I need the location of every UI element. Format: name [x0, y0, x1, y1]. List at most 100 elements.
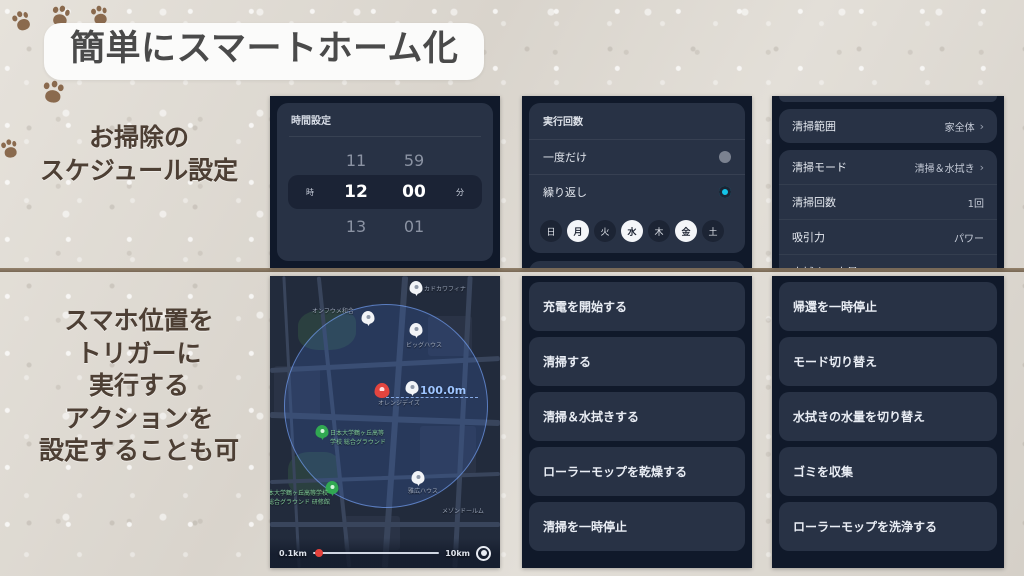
weekday-chip-thu[interactable]: 木 — [648, 220, 670, 242]
map-pin-school[interactable] — [315, 425, 329, 438]
action-item-switch-water-level[interactable]: 水拭きの水量を切り替え — [779, 392, 997, 441]
caption-line: 実行する — [88, 371, 189, 400]
map-pin[interactable] — [409, 281, 423, 294]
map-poi-label: カドカワフィナ — [424, 286, 466, 293]
action-list-panel-right: 帰還を一時停止 モード切り替え 水拭きの水量を切り替え ゴミを収集 ローラーモッ… — [772, 276, 1004, 568]
page-title: 簡単にスマートホーム化 — [44, 23, 485, 81]
action-item-clean-and-mop[interactable]: 清掃＆水拭きする — [529, 392, 745, 441]
row-value: 清掃＆水拭き — [914, 163, 975, 175]
hour-value: 12 — [344, 182, 368, 202]
action-item-pause-cleaning[interactable]: 清掃を一時停止 — [529, 502, 745, 551]
geofence-radius-line — [386, 397, 478, 398]
repeat-setting-panel: 実行回数 一度だけ 繰り返し 日 月 火 水 木 金 土 — [522, 96, 752, 268]
repeat-option-once[interactable]: 一度だけ — [529, 139, 745, 174]
weekday-chip-mon[interactable]: 月 — [567, 220, 589, 242]
map-pin[interactable] — [405, 381, 419, 394]
time-picker-card: 時間設定 11 59 時 12 00 分 13 01 — [277, 103, 493, 261]
map-poi-label: メゾンドールム — [442, 508, 484, 515]
scope-card[interactable]: 清掃範囲 家全体 › — [779, 109, 997, 143]
caption-line: お掃除の — [88, 123, 189, 152]
weekday-chip-sun[interactable]: 日 — [540, 220, 562, 242]
minute-above: 59 — [403, 150, 425, 170]
hour-above: 11 — [345, 150, 367, 170]
next-card-sliver — [529, 261, 745, 268]
repeat-card: 実行回数 一度だけ 繰り返し 日 月 火 水 木 金 土 — [529, 103, 745, 253]
repeat-option-label: 繰り返し — [543, 186, 587, 199]
cleaning-options-card: 清掃モード 清掃＆水拭き › 清掃回数 1回 吸引力 パワー 水拭きの水量 ウェ… — [779, 150, 997, 268]
locate-icon[interactable] — [476, 545, 491, 561]
action-item-pause-return[interactable]: 帰還を一時停止 — [779, 282, 997, 331]
action-list-panel-left: 充電を開始する 清掃する 清掃＆水拭きする ローラーモップを乾燥する 清掃を一時… — [522, 276, 752, 568]
row-value-group: 家全体 › — [945, 119, 984, 134]
map-poi-label: 雅広ハウス — [408, 488, 439, 495]
map-poi-label: ビッグハウス — [406, 342, 443, 349]
time-picker-wheel[interactable]: 11 59 時 12 00 分 13 01 — [277, 137, 493, 249]
weekday-chip-tue[interactable]: 火 — [594, 220, 616, 242]
caption-line: スケジュール設定 — [39, 155, 239, 185]
minute-below: 01 — [403, 216, 425, 236]
map-radius-slider[interactable]: 0.1km 10km — [270, 538, 500, 568]
action-item-start-charging[interactable]: 充電を開始する — [529, 282, 745, 331]
map-poi-label: 学校 総合グラウンド — [330, 439, 386, 446]
caption-line: スマホ位置を — [64, 306, 214, 335]
weekday-chip-fri[interactable]: 金 — [675, 220, 697, 242]
row-label: 吸引力 — [792, 231, 825, 244]
row-cleaning-mode[interactable]: 清掃モード 清掃＆水拭き › — [779, 150, 997, 184]
time-row-above[interactable]: 11 59 — [277, 145, 493, 175]
page-title-text: 簡単にスマートホーム化 — [70, 29, 459, 69]
map-pin[interactable] — [409, 323, 423, 336]
row-label: 水拭きの水量 — [792, 264, 858, 268]
row-suction-power[interactable]: 吸引力 パワー — [779, 219, 997, 254]
weekday-chip-wed[interactable]: 水 — [621, 220, 643, 242]
action-item-clean[interactable]: 清掃する — [529, 337, 745, 386]
map-canvas[interactable]: 100.0m カドカワフィナ オンフウメ和合 ビッグハウス オレンジデイズ 日本… — [270, 276, 500, 568]
map-poi-label: 総合グラウンド 研修館 — [270, 499, 330, 506]
row-value: 1回 — [967, 198, 984, 210]
time-row-below[interactable]: 13 01 — [277, 211, 493, 241]
time-selected-row[interactable]: 時 12 00 分 — [288, 175, 482, 209]
geofence-map-panel[interactable]: 100.0m カドカワフィナ オンフウメ和合 ビッグハウス オレンジデイズ 日本… — [270, 276, 500, 568]
radio-unselected-icon[interactable] — [719, 151, 731, 163]
hour-unit-label: 時 — [306, 187, 314, 197]
action-list: 帰還を一時停止 モード切り替え 水拭きの水量を切り替え ゴミを収集 ローラーモッ… — [772, 276, 1004, 557]
radio-selected-icon[interactable] — [719, 186, 731, 198]
scale-min-label: 0.1km — [279, 548, 307, 558]
row-label: 清掃範囲 — [792, 120, 836, 133]
repeat-option-recurring[interactable]: 繰り返し — [529, 174, 745, 209]
caption-line: 設定することも可 — [38, 436, 239, 465]
minute-value: 00 — [402, 182, 426, 202]
geofence-radius-label: 100.0m — [420, 384, 467, 397]
map-pin[interactable] — [361, 311, 375, 324]
section-divider — [0, 268, 1024, 272]
row-water-level[interactable]: 水拭きの水量 ウェット — [779, 254, 997, 268]
caption-line: アクションを — [64, 403, 214, 433]
slide-canvas: 簡単にスマートホーム化 お掃除の スケジュール設定 スマホ位置を トリガーに 実… — [0, 0, 1024, 576]
cleaning-settings-panel: 清掃範囲 家全体 › 清掃モード 清掃＆水拭き › 清掃回数 1回 吸引力 パワ… — [772, 96, 1004, 268]
slider-handle[interactable] — [314, 549, 323, 557]
row-cleaning-scope[interactable]: 清掃範囲 家全体 › — [779, 109, 997, 143]
repeat-header: 実行回数 — [543, 117, 583, 128]
row-value: 家全体 — [944, 122, 975, 134]
action-item-switch-mode[interactable]: モード切り替え — [779, 337, 997, 386]
repeat-option-label: 一度だけ — [543, 151, 587, 164]
row-cleaning-count[interactable]: 清掃回数 1回 — [779, 184, 997, 219]
row-value-group: 清掃＆水拭き › — [915, 160, 984, 175]
action-item-dry-roller-mop[interactable]: ローラーモップを乾燥する — [529, 447, 745, 496]
scale-max-label: 10km — [445, 548, 470, 558]
minute-unit-label: 分 — [456, 187, 464, 197]
hour-below: 13 — [345, 216, 367, 236]
map-poi-label: 日本大学鶴ヶ丘高等 — [330, 430, 385, 437]
time-picker-title: 時間設定 — [291, 116, 331, 127]
map-pin-center[interactable] — [374, 383, 390, 398]
action-item-wash-roller-mop[interactable]: ローラーモップを洗浄する — [779, 502, 997, 551]
caption-location-trigger: スマホ位置を トリガーに 実行する アクションを 設定することも可 — [14, 305, 264, 468]
chevron-right-icon: › — [979, 160, 984, 174]
weekday-chip-sat[interactable]: 土 — [702, 220, 724, 242]
action-list: 充電を開始する 清掃する 清掃＆水拭きする ローラーモップを乾燥する 清掃を一時… — [522, 276, 752, 557]
slider-track[interactable] — [312, 549, 440, 557]
action-item-collect-dust[interactable]: ゴミを収集 — [779, 447, 997, 496]
row-label: 清掃回数 — [792, 196, 836, 209]
map-poi-label: オレンジデイズ — [378, 400, 420, 407]
row-label: 清掃モード — [792, 161, 847, 174]
map-pin[interactable] — [411, 471, 425, 484]
